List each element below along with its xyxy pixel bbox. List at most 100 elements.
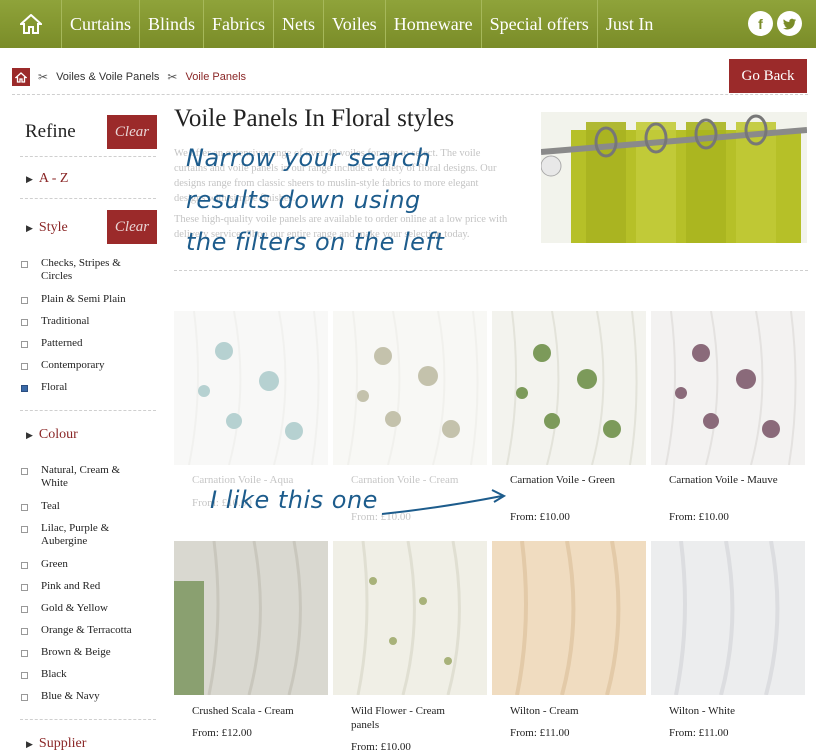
checkbox[interactable] <box>21 650 28 657</box>
product-image-carnation-green[interactable] <box>492 311 646 465</box>
breadcrumb-voile-panels[interactable]: Voile Panels <box>185 71 246 83</box>
product-image-carnation-mauve[interactable] <box>651 311 805 465</box>
nav-just-in[interactable]: Just In <box>598 0 662 48</box>
annotation-like: I like this one <box>210 486 378 514</box>
triangle-right-icon: ▶ <box>26 429 33 440</box>
checkbox[interactable] <box>21 363 28 370</box>
nav-blinds[interactable]: Blinds <box>140 0 205 48</box>
breadcrumb: ✂ Voiles & Voile Panels ✂ Voile Panels <box>12 66 246 88</box>
checkbox[interactable] <box>21 504 28 511</box>
product-image-wilton-white[interactable] <box>651 541 805 695</box>
annotation-narrow-line1: Narrow your search <box>186 144 432 172</box>
product-name[interactable]: Carnation Voile - Green <box>510 473 620 487</box>
checkbox[interactable] <box>21 672 28 679</box>
checkbox-checked[interactable] <box>21 385 28 392</box>
product-name[interactable]: Crushed Scala - Cream <box>192 704 332 718</box>
colour-option[interactable]: Lilac, Purple & Aubergine <box>21 522 129 548</box>
nav-homeware[interactable]: Homeware <box>386 0 482 48</box>
checkbox[interactable] <box>21 628 28 635</box>
triangle-right-icon: ▶ <box>26 738 33 749</box>
annotation-narrow-line3: the filters on the left <box>186 228 445 256</box>
style-option[interactable]: Floral <box>21 381 151 394</box>
breadcrumb-voiles[interactable]: Voiles & Voile Panels <box>56 71 159 83</box>
style-option[interactable]: Contemporary <box>21 359 151 372</box>
style-option[interactable]: Traditional <box>21 315 151 328</box>
product-image-carnation-aqua[interactable] <box>174 311 328 465</box>
product-name[interactable]: Wilton - Cream <box>510 704 650 718</box>
facebook-icon[interactable]: f <box>748 11 773 36</box>
hero-image <box>541 112 807 243</box>
social-links: f <box>748 11 802 36</box>
style-option[interactable]: Patterned <box>21 337 151 350</box>
page-title: Voile Panels In Floral styles <box>174 105 455 132</box>
facet-style[interactable]: ▶ Style <box>26 220 68 236</box>
checkbox[interactable] <box>21 606 28 613</box>
checkbox[interactable] <box>21 341 28 348</box>
checkbox[interactable] <box>21 584 28 591</box>
triangle-right-icon: ▶ <box>26 173 33 184</box>
nav-nets[interactable]: Nets <box>274 0 325 48</box>
arrow-icon <box>381 489 507 515</box>
checkbox[interactable] <box>21 297 28 304</box>
twitter-icon[interactable] <box>777 11 802 36</box>
divider <box>20 198 156 199</box>
colour-option[interactable]: Gold & Yellow <box>21 602 151 615</box>
scissors-icon: ✂ <box>38 70 49 84</box>
colour-option[interactable]: Blue & Navy <box>21 690 151 703</box>
clear-style-button[interactable]: Clear <box>107 210 157 244</box>
checkbox[interactable] <box>21 526 28 533</box>
facet-colour[interactable]: ▶ Colour <box>26 427 78 443</box>
style-option[interactable]: Plain & Semi Plain <box>21 293 151 306</box>
product-price: From: £10.00 <box>669 511 729 523</box>
product-image-crushed-scala-cream[interactable] <box>174 541 328 695</box>
product-name[interactable]: Wilton - White <box>669 704 809 718</box>
triangle-right-icon: ▶ <box>26 222 33 233</box>
colour-option[interactable]: Green <box>21 558 151 571</box>
checkbox[interactable] <box>21 261 28 268</box>
divider <box>174 270 808 271</box>
product-name[interactable]: Carnation Voile - Mauve <box>669 473 779 487</box>
product-name[interactable]: Carnation Voile - Aqua <box>192 473 332 487</box>
divider <box>20 156 156 157</box>
nav-fabrics[interactable]: Fabrics <box>204 0 275 48</box>
checkbox[interactable] <box>21 319 28 326</box>
product-price: From: £12.00 <box>192 727 252 739</box>
home-icon <box>19 14 42 34</box>
product-name[interactable]: Carnation Voile - Cream <box>351 473 461 487</box>
colour-option[interactable]: Brown & Beige <box>21 646 151 659</box>
product-image-wilton-cream[interactable] <box>492 541 646 695</box>
checkbox[interactable] <box>21 694 28 701</box>
facet-label: A - Z <box>38 171 69 186</box>
scissors-icon: ✂ <box>167 70 178 84</box>
go-back-button[interactable]: Go Back <box>729 59 807 93</box>
product-price: From: £10.00 <box>351 741 411 753</box>
annotation-narrow-line2: results down using <box>186 186 421 214</box>
nav-special-offers[interactable]: Special offers <box>482 0 598 48</box>
product-price: From: £11.00 <box>510 727 570 739</box>
product-price: From: £11.00 <box>669 727 729 739</box>
checkbox[interactable] <box>21 468 28 475</box>
clear-all-button[interactable]: Clear <box>107 115 157 149</box>
checkbox[interactable] <box>21 562 28 569</box>
colour-option[interactable]: Teal <box>21 500 151 513</box>
facet-supplier[interactable]: ▶ Supplier <box>26 736 86 752</box>
product-image-wild-flower-cream[interactable] <box>333 541 487 695</box>
divider <box>20 719 156 720</box>
nav-voiles[interactable]: Voiles <box>324 0 386 48</box>
colour-option[interactable]: Black <box>21 668 151 681</box>
facet-a-z[interactable]: ▶ A - Z <box>26 171 68 187</box>
product-name[interactable]: Wild Flower - Cream panels <box>351 704 461 732</box>
home-button[interactable] <box>0 0 62 48</box>
colour-option[interactable]: Pink and Red <box>21 580 151 593</box>
product-image-carnation-cream[interactable] <box>333 311 487 465</box>
facet-label: Style <box>38 220 68 235</box>
breadcrumb-home-button[interactable] <box>12 68 30 86</box>
colour-option[interactable]: Orange & Terracotta <box>21 624 151 637</box>
divider <box>20 410 156 411</box>
home-icon <box>15 71 27 83</box>
product-price: From: £10.00 <box>510 511 570 523</box>
style-option[interactable]: Checks, Stripes & Circles <box>21 257 136 283</box>
nav-curtains[interactable]: Curtains <box>62 0 140 48</box>
colour-option[interactable]: Natural, Cream & White <box>21 464 139 490</box>
facet-label: Colour <box>38 427 78 442</box>
